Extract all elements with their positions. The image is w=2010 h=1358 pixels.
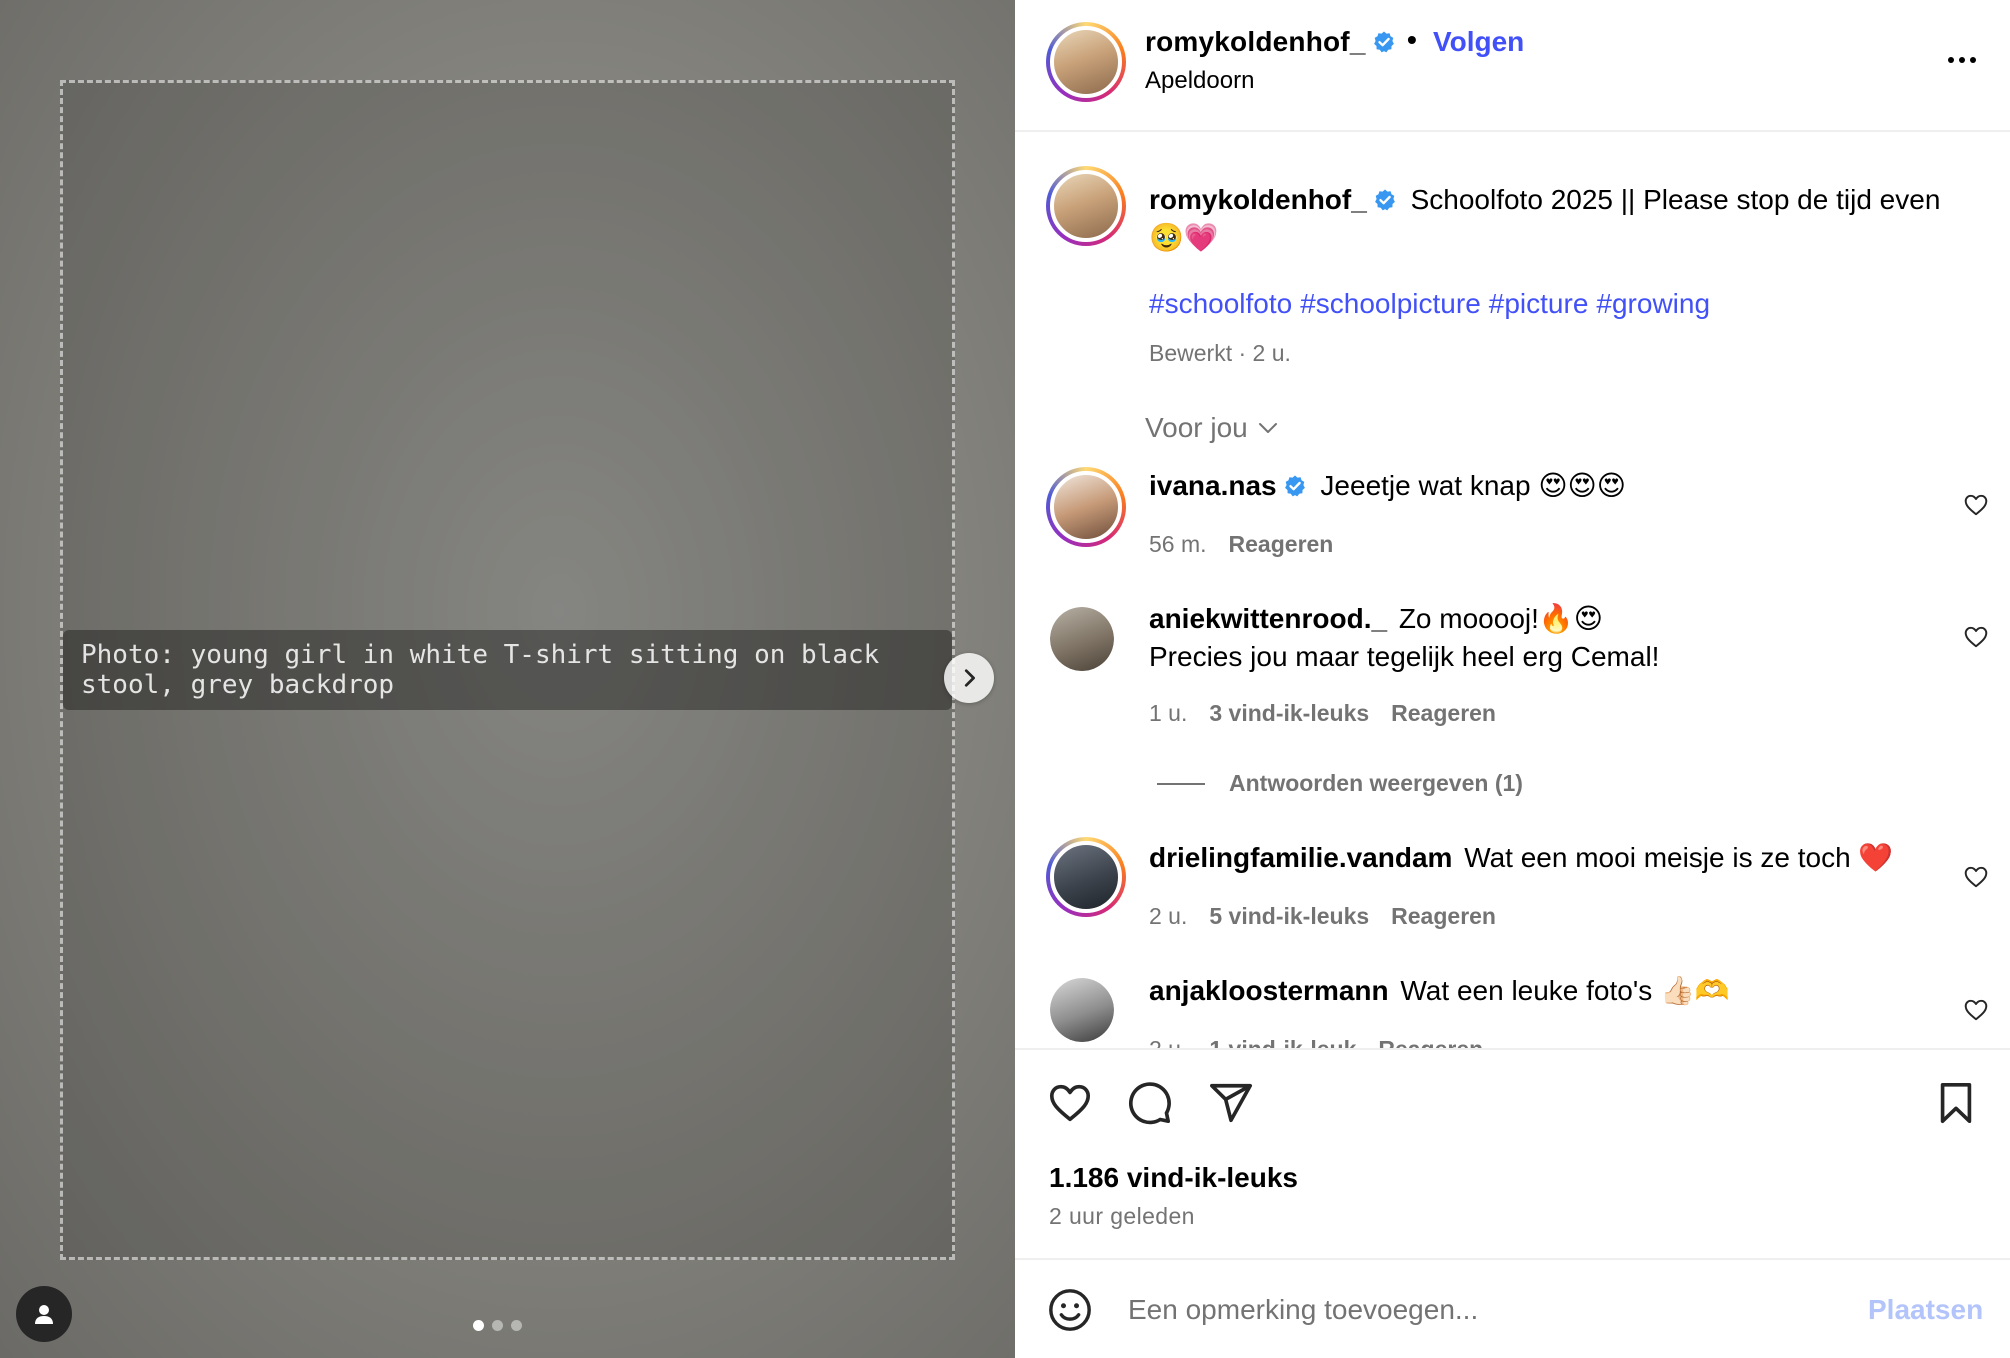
view-replies-button[interactable]: Antwoorden weergeven (1) xyxy=(1157,770,1523,797)
share-icon[interactable] xyxy=(1208,1080,1254,1126)
hashtag-link[interactable]: #schoolpicture xyxy=(1300,288,1481,319)
post-photo: Photo: young girl in white T-shirt sitti… xyxy=(60,80,955,1260)
hashtag-link[interactable]: #picture xyxy=(1489,288,1589,319)
post-location[interactable]: Apeldoorn xyxy=(1145,67,1254,95)
carousel-dot[interactable] xyxy=(473,1320,484,1331)
post-actions: 1.186 vind-ik-leuks 2 uur geleden xyxy=(1015,1048,2010,1260)
comment-meta: 2 u. 5 vind-ik-leuks Reageren xyxy=(1149,903,1496,930)
carousel-dot[interactable] xyxy=(511,1320,522,1331)
comment-composer: Plaatsen xyxy=(1015,1262,2010,1358)
reply-button[interactable]: Reageren xyxy=(1391,903,1496,929)
comment-input[interactable] xyxy=(1128,1284,1828,1336)
verified-icon xyxy=(1374,189,1395,211)
emoji-icon[interactable] xyxy=(1047,1287,1093,1333)
comment-username[interactable]: drielingfamilie.vandam xyxy=(1149,842,1452,873)
post-side-panel: romykoldenhof_ • Volgen Apeldoorn romyko… xyxy=(1015,0,2010,1358)
comment: drielingfamilie.vandam Wat een mooi meis… xyxy=(1149,839,1909,877)
verified-icon xyxy=(1284,475,1305,497)
comment-text: Wat een leuke foto's 👍🏻🫶 xyxy=(1400,975,1730,1006)
more-options-button[interactable] xyxy=(1942,40,1982,80)
comment-time: 2 u. xyxy=(1149,1036,1187,1048)
post-timestamp[interactable]: 2 uur geleden xyxy=(1049,1203,1195,1230)
chevron-right-icon xyxy=(964,669,975,687)
post-header: romykoldenhof_ • Volgen Apeldoorn xyxy=(1015,0,2010,132)
follow-button[interactable]: Volgen xyxy=(1433,26,1524,58)
header-bullet: • xyxy=(1407,24,1417,55)
carousel-dot[interactable] xyxy=(492,1320,503,1331)
comment-icon[interactable] xyxy=(1127,1080,1173,1126)
comment-time: 2 u. xyxy=(1149,903,1188,929)
user-tag-icon xyxy=(35,1305,53,1324)
reply-button[interactable]: Reageren xyxy=(1378,1036,1483,1048)
post-photo-alt: Photo: young girl in white T-shirt sitti… xyxy=(63,630,952,710)
comment-like-count[interactable]: 1 vind-ik-leuk xyxy=(1209,1036,1356,1048)
comments-list[interactable]: romykoldenhof_ Schoolfoto 2025 || Please… xyxy=(1015,133,2010,1048)
carousel-next-button[interactable] xyxy=(944,653,994,703)
comment-like-heart-icon[interactable] xyxy=(1963,997,1989,1023)
comment-avatar[interactable] xyxy=(1046,837,1126,917)
comment-like-heart-icon[interactable] xyxy=(1963,492,1989,518)
comment-like-heart-icon[interactable] xyxy=(1963,624,1989,650)
comment-username[interactable]: ivana.nas xyxy=(1149,470,1277,501)
comment-like-count[interactable]: 5 vind-ik-leuks xyxy=(1209,903,1369,929)
author-avatar[interactable] xyxy=(1046,22,1126,102)
caption: romykoldenhof_ Schoolfoto 2025 || Please… xyxy=(1149,181,1979,257)
comment-sort-label: Voor jou xyxy=(1145,412,1248,443)
post-comment-button[interactable]: Plaatsen xyxy=(1868,1294,1983,1326)
comment: anjakloostermann Wat een leuke foto's 👍🏻… xyxy=(1149,972,1909,1010)
verified-icon xyxy=(1373,31,1394,53)
caption-username[interactable]: romykoldenhof_ xyxy=(1149,184,1367,215)
hashtag-link[interactable]: #growing xyxy=(1596,288,1710,319)
reply-button[interactable]: Reageren xyxy=(1391,700,1496,726)
comment-sort-dropdown[interactable]: Voor jou xyxy=(1145,412,1280,444)
tagged-users-button[interactable] xyxy=(16,1286,72,1342)
caption-hashtags: #schoolfoto #schoolpicture #picture #growin… xyxy=(1149,288,1718,320)
like-count[interactable]: 1.186 vind-ik-leuks xyxy=(1049,1162,1298,1194)
reply-button[interactable]: Reageren xyxy=(1229,531,1334,557)
comment-username[interactable]: anjakloostermann xyxy=(1149,975,1389,1006)
comment-text: Jeeetje wat knap 😍😍😍 xyxy=(1320,470,1626,501)
replies-divider xyxy=(1157,782,1205,785)
caption-meta: Bewerkt · 2 u. xyxy=(1149,340,1291,366)
hashtag-link[interactable]: #schoolfoto xyxy=(1149,288,1292,319)
more-icon xyxy=(1948,57,1976,63)
comment-avatar[interactable] xyxy=(1046,467,1126,547)
comment-text-line-2: Precies jou maar tegelijk heel erg Cemal… xyxy=(1149,641,1660,672)
comment: aniekwittenrood._ Zo mooooj!🔥😍 Precies j… xyxy=(1149,600,1909,676)
comment-time: 1 u. xyxy=(1149,700,1188,726)
comment-like-heart-icon[interactable] xyxy=(1963,864,1989,890)
comment: ivana.nas Jeeetje wat knap 😍😍😍 xyxy=(1149,467,1909,505)
post-media[interactable]: Photo: young girl in white T-shirt sitti… xyxy=(0,0,1015,1358)
comment-username[interactable]: aniekwittenrood._ xyxy=(1149,603,1387,634)
comment-meta: 1 u. 3 vind-ik-leuks Reageren xyxy=(1149,700,1496,727)
comment-meta: 2 u. 1 vind-ik-leuk Reageren xyxy=(1149,1036,1483,1048)
chevron-down-icon xyxy=(1258,423,1277,433)
comment-avatar[interactable] xyxy=(1050,607,1114,671)
view-replies-label: Antwoorden weergeven (1) xyxy=(1229,770,1523,796)
comment-time: 56 m. xyxy=(1149,531,1207,557)
comment-text: Zo mooooj!🔥😍 xyxy=(1398,603,1603,634)
heart-icon[interactable] xyxy=(1047,1080,1093,1126)
comment-like-count[interactable]: 3 vind-ik-leuks xyxy=(1209,700,1369,726)
comment-meta: 56 m. Reageren xyxy=(1149,531,1333,558)
comment-text: Wat een mooi meisje is ze toch ❤️ xyxy=(1464,842,1894,873)
carousel-dots xyxy=(473,1320,522,1331)
author-username[interactable]: romykoldenhof_ xyxy=(1145,26,1366,57)
caption-author-avatar[interactable] xyxy=(1046,166,1126,246)
comment-avatar[interactable] xyxy=(1050,978,1114,1042)
author-username-row[interactable]: romykoldenhof_ xyxy=(1145,26,1396,58)
bookmark-icon[interactable] xyxy=(1933,1080,1979,1126)
